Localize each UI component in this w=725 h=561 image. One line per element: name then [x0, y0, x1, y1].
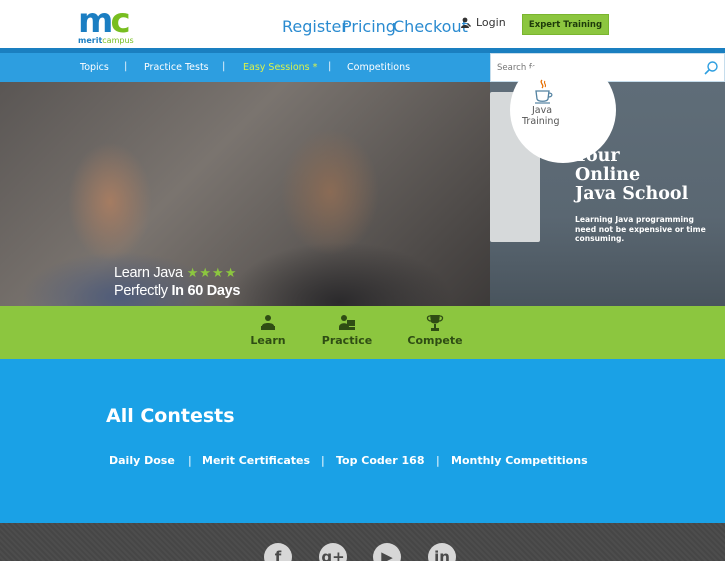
register-link[interactable]: Register	[282, 17, 348, 36]
contest-separator: |	[321, 454, 325, 467]
nav-item-competitions[interactable]: Competitions	[347, 62, 410, 73]
nav-item-topics[interactable]: Topics	[80, 62, 109, 73]
nav-separator: |	[124, 61, 128, 72]
user-icon	[461, 17, 471, 28]
contests-title: All Contests	[106, 405, 235, 427]
nav-item-practice-tests[interactable]: Practice Tests	[144, 62, 209, 73]
contest-separator: |	[188, 454, 192, 467]
tab-learn[interactable]: Learn	[233, 314, 303, 347]
search-icon[interactable]	[703, 60, 719, 76]
google-plus-icon[interactable]: g+	[319, 543, 347, 561]
header: mc meritcampus Register Pricing Checkout…	[0, 0, 725, 48]
hero-headline-3: Java School	[575, 184, 689, 204]
practice-icon	[339, 315, 355, 330]
checkout-link[interactable]: Checkout	[393, 17, 468, 36]
hero-subtext: Learning Java programming need not be ex…	[575, 215, 706, 243]
facebook-icon[interactable]: f	[264, 543, 292, 561]
footer: f g+ ▶ in	[0, 523, 725, 561]
merit-campus-logo[interactable]: mc meritcampus	[78, 2, 142, 45]
contest-link-merit-certificates[interactable]: Merit Certificates	[202, 454, 310, 467]
contest-link-top-coder[interactable]: Top Coder 168	[336, 454, 424, 467]
logo-wordmark: meritcampus	[78, 36, 134, 45]
section-tabs: Learn Practice Compete	[0, 306, 725, 359]
contests-section: All Contests Daily Dose | Merit Certific…	[0, 359, 725, 523]
training-label: Training	[522, 116, 560, 127]
youtube-icon[interactable]: ▶	[373, 543, 401, 561]
hero-headline-2: Online	[575, 165, 641, 185]
login-link[interactable]: Login	[460, 16, 506, 29]
tagline-line-1: Learn Java ★★★★	[114, 265, 238, 281]
hero-tagline: Learn Java ★★★★ Perfectly In 60 Days	[114, 264, 241, 300]
tab-compete[interactable]: Compete	[400, 314, 470, 347]
contest-separator: |	[436, 454, 440, 467]
learn-icon	[261, 315, 275, 330]
java-cup-icon	[535, 79, 553, 104]
linkedin-icon[interactable]: in	[428, 543, 456, 561]
expert-training-button[interactable]: Expert Training	[522, 14, 609, 35]
contest-link-monthly-competitions[interactable]: Monthly Competitions	[451, 454, 588, 467]
pricing-link[interactable]: Pricing	[342, 17, 396, 36]
java-label: Java	[532, 105, 553, 116]
nav-item-easy-sessions[interactable]: Easy Sessions *	[243, 62, 317, 73]
hero-photo	[0, 82, 490, 306]
hero-headline-1: Your	[575, 146, 620, 166]
tagline-line-2: Perfectly In 60 Days	[114, 283, 241, 299]
trophy-icon	[426, 315, 444, 331]
tab-practice[interactable]: Practice	[312, 314, 382, 347]
logo-mark: mc	[78, 1, 131, 41]
contest-link-daily-dose[interactable]: Daily Dose	[109, 454, 175, 467]
login-label: Login	[476, 16, 506, 29]
nav-separator: |	[222, 61, 226, 72]
nav-separator: |	[328, 61, 332, 72]
rating-stars: ★★★★	[186, 265, 238, 280]
